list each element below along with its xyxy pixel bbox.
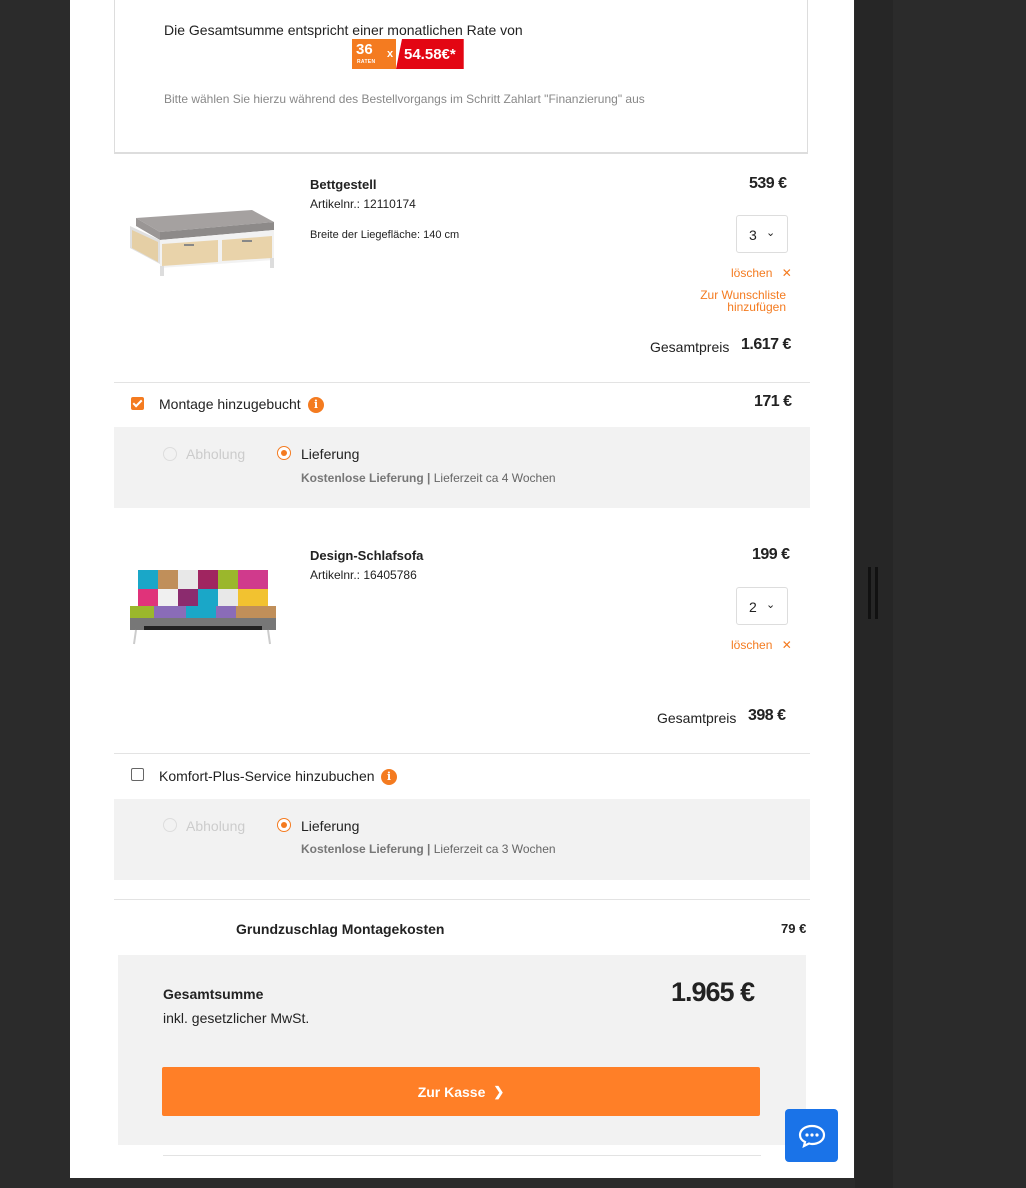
financing-text: Die Gesamtsumme entspricht einer monatli… — [164, 22, 523, 38]
free-delivery-label: Kostenlose Lieferung — [301, 471, 424, 485]
product-title[interactable]: Bettgestell — [310, 177, 376, 192]
rate-times: x — [384, 39, 396, 69]
delete-link[interactable]: löschen ✕ — [731, 266, 792, 280]
financing-note: Bitte wählen Sie hierzu während des Best… — [164, 92, 645, 106]
quantity-select[interactable]: 2 ⌄ — [736, 587, 788, 625]
quantity-select[interactable]: 3 ⌄ — [736, 215, 788, 253]
quantity-value: 3 — [749, 227, 757, 243]
komfort-label[interactable]: Komfort-Plus-Service hinzubuchen — [159, 768, 375, 784]
delete-label: löschen — [731, 638, 773, 652]
checkout-button[interactable]: Zur Kasse ❯ — [162, 1067, 760, 1116]
total-price-label: Gesamtpreis — [657, 710, 737, 726]
montage-label[interactable]: Montage hinzugebucht — [159, 396, 301, 412]
chevron-down-icon: ⌄ — [766, 227, 776, 239]
delivery-options: Abholung Lieferung Kostenlose Lieferung … — [114, 799, 810, 880]
delivery-radio[interactable] — [277, 446, 291, 460]
delete-label: löschen — [731, 266, 773, 280]
close-icon: ✕ — [781, 266, 792, 280]
total-price-value: 398 € — [748, 707, 786, 724]
rate-months-label: RATEN — [357, 59, 376, 65]
chat-button[interactable] — [785, 1109, 838, 1162]
delivery-label[interactable]: Lieferung — [301, 446, 359, 462]
pickup-radio[interactable] — [163, 447, 177, 461]
delete-link[interactable]: löschen ✕ — [731, 638, 792, 652]
product-attribute: Breite der Liegefläche: 140 cm — [310, 229, 460, 241]
divider — [163, 1155, 761, 1156]
delivery-radio[interactable] — [277, 818, 291, 832]
divider — [114, 382, 810, 383]
info-icon[interactable]: i — [308, 397, 324, 413]
close-icon: ✕ — [781, 638, 792, 652]
chevron-down-icon: ⌄ — [766, 599, 776, 611]
rate-months: 36 RATEN — [352, 39, 384, 69]
summary-title: Gesamtsumme — [163, 986, 264, 1002]
surcharge-label: Grundzuschlag Montagekosten — [236, 921, 445, 937]
total-price-label: Gesamtpreis — [650, 339, 730, 355]
delivery-time: Lieferzeit ca 3 Wochen — [433, 842, 556, 856]
delivery-separator: | — [427, 471, 431, 485]
montage-checkbox[interactable] — [131, 397, 144, 410]
financing-box: Die Gesamtsumme entspricht einer monatli… — [114, 0, 808, 154]
delivery-label[interactable]: Lieferung — [301, 818, 359, 834]
summary-vat: inkl. gesetzlicher MwSt. — [163, 1010, 310, 1026]
delivery-time: Lieferzeit ca 4 Wochen — [433, 471, 556, 485]
product-article-number: Artikelnr.: 12110174 — [310, 197, 416, 211]
montage-price: 171 € — [754, 393, 792, 410]
product-title[interactable]: Design-Schlafsofa — [310, 548, 423, 563]
quantity-value: 2 — [749, 599, 757, 615]
divider — [114, 899, 810, 900]
summary-total: 1.965 € — [671, 977, 755, 1007]
bed-image — [130, 210, 274, 276]
delivery-info: Kostenlose Lieferung | Lieferzeit ca 3 W… — [301, 842, 556, 856]
scroll-handle[interactable] — [868, 567, 880, 619]
chevron-right-icon: ❯ — [493, 1083, 505, 1099]
free-delivery-label: Kostenlose Lieferung — [301, 842, 424, 856]
pickup-label[interactable]: Abholung — [186, 446, 245, 462]
pickup-label[interactable]: Abholung — [186, 818, 245, 834]
rate-badge: 36 RATEN x 54.58€* — [352, 39, 464, 69]
chat-icon — [798, 1124, 825, 1148]
product-image-sofa[interactable] — [126, 566, 278, 648]
product-unit-price: 539 € — [749, 175, 787, 192]
pickup-radio[interactable] — [163, 818, 177, 832]
product-image-bed[interactable] — [126, 204, 278, 278]
komfort-checkbox[interactable] — [131, 768, 144, 781]
summary-box: Gesamtsumme inkl. gesetzlicher MwSt. 1.9… — [118, 955, 806, 1145]
product-unit-price: 199 € — [752, 546, 790, 563]
total-price-value: 1.617 € — [741, 336, 791, 353]
cart-panel: Die Gesamtsumme entspricht einer monatli… — [70, 0, 854, 1178]
rate-amount: 54.58€* — [396, 39, 464, 69]
sofa-image — [130, 570, 276, 645]
checkout-label: Zur Kasse — [417, 1083, 486, 1100]
delivery-options: Abholung Lieferung Kostenlose Lieferung … — [114, 427, 810, 508]
surcharge-value: 79 € — [781, 921, 807, 936]
wishlist-link[interactable]: Zur Wunschliste hinzufügen — [690, 289, 786, 313]
delivery-info: Kostenlose Lieferung | Lieferzeit ca 4 W… — [301, 471, 556, 485]
divider — [114, 753, 810, 754]
product-article-number: Artikelnr.: 16405786 — [310, 568, 417, 582]
rate-months-number: 36 — [356, 41, 373, 58]
delivery-separator: | — [427, 842, 431, 856]
info-icon[interactable]: i — [381, 769, 397, 785]
